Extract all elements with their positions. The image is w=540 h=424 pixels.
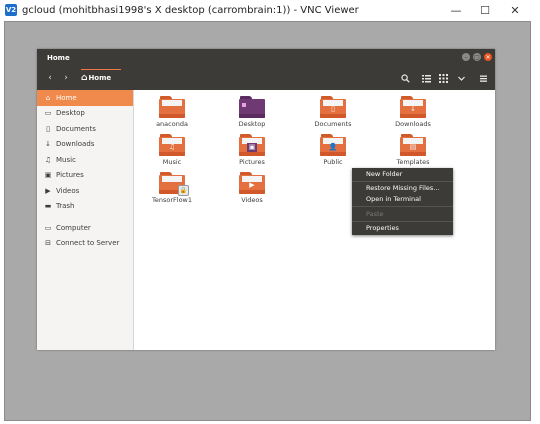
lock-icon: 🔒 <box>178 185 189 196</box>
sidebar-item-label: Home <box>56 93 77 102</box>
downloads-icon: ↓ <box>45 140 51 149</box>
close-button[interactable]: ✕ <box>500 0 530 20</box>
folder-item-documents[interactable]: ▯ Documents <box>303 96 363 128</box>
list-view-icon <box>421 74 431 82</box>
documents-folder-icon: ▯ <box>320 96 346 118</box>
sidebar-item-connect-to-server[interactable]: ⊟ Connect to Server <box>37 236 133 252</box>
file-label: anaconda <box>156 120 188 128</box>
sidebar-item-home[interactable]: ⌂ Home <box>37 90 133 106</box>
menu-item-open-in-terminal[interactable]: Open in Terminal <box>366 195 421 203</box>
search-icon <box>400 73 410 83</box>
search-button[interactable] <box>398 71 412 85</box>
sidebar-item-trash[interactable]: ▬ Trash <box>37 199 133 215</box>
folder-item-templates[interactable]: ▤ Templates <box>383 134 443 166</box>
menu-separator <box>352 181 453 182</box>
desktop-icon: ▭ <box>44 109 52 118</box>
folder-item-music[interactable]: ♫ Music <box>142 134 202 166</box>
sidebar-item-computer[interactable]: ▭ Computer <box>37 220 133 236</box>
maximize-button[interactable]: ☐ <box>470 0 500 20</box>
file-label: Downloads <box>395 120 431 128</box>
folder-icon: 🔒 <box>159 172 189 196</box>
file-label: Videos <box>241 196 263 204</box>
sidebar-item-desktop[interactable]: ▭ Desktop <box>37 106 133 122</box>
menu-button[interactable] <box>476 71 490 85</box>
folder-item-desktop[interactable]: Desktop <box>222 96 282 128</box>
sidebar-item-label: Computer <box>56 223 91 232</box>
minimize-button[interactable]: — <box>441 0 471 20</box>
menu-item-paste: Paste <box>366 210 384 218</box>
sidebar-item-label: Desktop <box>56 109 85 118</box>
folder-item-public[interactable]: 👤 Public <box>303 134 363 166</box>
menu-separator <box>352 206 453 207</box>
vnc-logo-icon: V2 <box>5 4 17 16</box>
file-label: Templates <box>396 158 430 166</box>
file-label: Documents <box>314 120 352 128</box>
folder-item-tensorflow1[interactable]: 🔒 TensorFlow1 <box>142 172 202 204</box>
pictures-folder-icon: ▣ <box>239 134 265 156</box>
sidebar-item-label: Trash <box>56 202 75 211</box>
menu-item-new-folder[interactable]: New Folder <box>366 170 402 178</box>
chevron-down-icon <box>457 76 465 81</box>
folder-item-downloads[interactable]: ↓ Downloads <box>383 96 443 128</box>
sidebar-item-label: Videos <box>56 186 80 195</box>
vnc-window-title: gcloud (mohitbhasi1998's X desktop (carr… <box>22 4 359 16</box>
templates-folder-icon: ▤ <box>400 134 426 156</box>
minimize-window-button[interactable]: – <box>462 53 470 61</box>
public-folder-icon: 👤 <box>320 134 346 156</box>
documents-icon: ▯ <box>46 124 50 133</box>
context-menu: New Folder Restore Missing Files... Open… <box>352 168 453 235</box>
sidebar-item-pictures[interactable]: ▣ Pictures <box>37 168 133 184</box>
desktop-folder-icon <box>239 96 265 118</box>
hamburger-icon <box>479 75 487 82</box>
file-label: TensorFlow1 <box>152 196 192 204</box>
pictures-icon: ▣ <box>44 171 52 180</box>
file-label: Pictures <box>239 158 265 166</box>
menu-separator <box>352 221 453 222</box>
videos-folder-icon: ▶ <box>239 172 265 194</box>
sidebar-item-label: Connect to Server <box>56 239 120 248</box>
computer-icon: ▭ <box>44 223 52 232</box>
file-label: Music <box>162 158 182 166</box>
file-label: Public <box>323 158 343 166</box>
places-sidebar: ⌂ Home ▭ Desktop ▯ Documents ↓ Downloads… <box>37 90 134 350</box>
grid-view-icon <box>438 73 448 83</box>
menu-item-restore-missing-files[interactable]: Restore Missing Files... <box>366 184 440 192</box>
forward-button[interactable]: › <box>59 71 73 85</box>
window-title: Home <box>47 54 70 62</box>
sidebar-item-label: Music <box>56 155 76 164</box>
vnc-titlebar: V2 gcloud (mohitbhasi1998's X desktop (c… <box>0 0 540 20</box>
toolbar: ‹ › ⌂ Home <box>37 67 495 90</box>
sidebar-item-downloads[interactable]: ↓ Downloads <box>37 137 133 153</box>
sidebar-item-label: Downloads <box>56 140 95 149</box>
sidebar-item-documents[interactable]: ▯ Documents <box>37 121 133 137</box>
downloads-folder-icon: ↓ <box>400 96 426 118</box>
home-icon: ⌂ <box>45 93 51 102</box>
sidebar-item-label: Documents <box>56 124 96 133</box>
folder-item-pictures[interactable]: ▣ Pictures <box>222 134 282 166</box>
pathbar-label: Home <box>88 74 112 82</box>
trash-icon: ▬ <box>44 202 52 211</box>
close-window-button[interactable]: ✕ <box>484 53 492 61</box>
pathbar-indicator <box>81 69 121 70</box>
videos-icon: ▶ <box>45 186 51 195</box>
sidebar-item-music[interactable]: ♫ Music <box>37 152 133 168</box>
header-bar: Home – □ ✕ ‹ › ⌂ Home <box>37 49 495 90</box>
home-icon: ⌂ <box>81 73 88 83</box>
music-icon: ♫ <box>44 155 52 164</box>
sidebar-item-videos[interactable]: ▶ Videos <box>37 183 133 199</box>
folder-icon <box>159 96 185 118</box>
sidebar-item-label: Pictures <box>56 171 84 180</box>
view-options-button[interactable] <box>454 71 468 85</box>
list-view-button[interactable] <box>419 71 433 85</box>
pathbar-home-button[interactable]: ⌂ Home <box>81 71 111 85</box>
file-label: Desktop <box>238 120 266 128</box>
grid-view-button[interactable] <box>436 71 450 85</box>
back-button[interactable]: ‹ <box>43 71 57 85</box>
folder-item-videos[interactable]: ▶ Videos <box>222 172 282 204</box>
menu-item-properties[interactable]: Properties <box>366 224 399 232</box>
server-icon: ⊟ <box>45 239 51 248</box>
music-folder-icon: ♫ <box>159 134 185 156</box>
maximize-window-button[interactable]: □ <box>473 53 481 61</box>
folder-item-anaconda[interactable]: anaconda <box>142 96 202 128</box>
